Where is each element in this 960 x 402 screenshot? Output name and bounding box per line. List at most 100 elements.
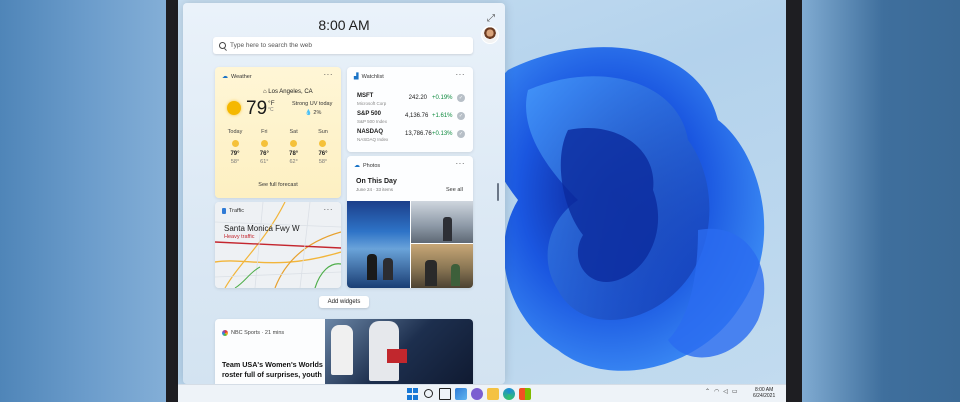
edge-icon[interactable] — [503, 388, 515, 400]
news-headline[interactable]: Team USA's Women's Worlds roster full of… — [222, 360, 340, 380]
task-view-icon[interactable] — [439, 388, 451, 400]
device-bezel-left — [166, 0, 178, 402]
add-widgets-button[interactable]: Add widgets — [319, 296, 369, 308]
stock-symbol: MSFT — [357, 93, 374, 99]
weather-rain: 💧 2% — [305, 110, 322, 116]
forecast-high: 78° — [289, 151, 299, 157]
chart-icon: ▟ — [354, 74, 359, 80]
weather-header: ☁ Weather — [222, 73, 252, 81]
stock-name: Microsoft Corp — [357, 101, 387, 106]
forecast-low: 58° — [230, 159, 240, 165]
forecast-day-label: Fri — [261, 129, 268, 135]
stock-price: 242.20 — [408, 95, 427, 101]
search-placeholder: Type here to search the web — [230, 42, 313, 49]
sun-icon — [319, 140, 327, 147]
taskbar: ⌃ ◠ ◁ ▭ 8:00 AM 6/24/2021 — [178, 384, 786, 402]
traffic-map — [215, 202, 341, 288]
more-icon[interactable]: ··· — [456, 159, 466, 168]
photo-thumbnail[interactable] — [411, 201, 473, 243]
stock-price: 4,136.76 — [405, 113, 429, 119]
sun-icon — [290, 140, 298, 147]
nbc-logo-icon — [222, 330, 228, 336]
forecast-high: 76° — [318, 151, 328, 157]
start-icon[interactable] — [407, 388, 419, 400]
photo-figure — [451, 264, 460, 286]
forecast-low: 58° — [318, 159, 328, 165]
unit-celsius[interactable]: °C — [268, 107, 275, 114]
see-all-link[interactable]: See all — [446, 187, 463, 193]
traffic-widget[interactable]: Traffic ··· Santa Monica Fwy W Heavy tra… — [215, 202, 341, 288]
weather-location: ⌂ Los Angeles, CA — [263, 89, 313, 95]
wallpaper-bloom — [486, 47, 765, 371]
news-card[interactable]: NBC Sports · 21 mins Team USA's Women's … — [215, 319, 473, 384]
photo-thumbnail[interactable] — [347, 201, 410, 288]
traffic-status: Heavy traffic — [224, 234, 255, 240]
more-icon[interactable]: ··· — [324, 70, 334, 79]
weather-temperature: 79 — [246, 98, 268, 119]
forecast-high: 79° — [230, 151, 240, 157]
volume-icon[interactable]: ◁ — [723, 388, 728, 395]
stock-change: +0.13% — [432, 131, 453, 137]
search-icon — [219, 42, 226, 49]
stock-row[interactable]: S&P 500 S&P 500 Index 4,136.76 +1.61% ✓ — [357, 111, 465, 127]
check-icon[interactable]: ✓ — [457, 112, 465, 120]
watchlist-header: ▟ Watchlist — [354, 73, 384, 81]
forecast-day: Sun 76° 58° — [309, 129, 337, 165]
wifi-icon[interactable]: ◠ — [714, 388, 719, 395]
expand-icon[interactable]: ⤢ — [483, 11, 499, 27]
sun-icon — [231, 140, 239, 147]
watchlist-widget[interactable]: ▟ Watchlist ··· MSFT Microsoft Corp 242.… — [347, 67, 473, 152]
weather-widget[interactable]: ☁ Weather ··· ⌂ Los Angeles, CA 79 °F °C… — [215, 67, 341, 198]
photos-widget[interactable]: ☁ Photos ··· On This Day June 24 · 33 it… — [347, 156, 473, 288]
file-explorer-icon[interactable] — [487, 388, 499, 400]
full-forecast-link[interactable]: See full forecast — [215, 182, 341, 188]
photo-figure — [425, 260, 437, 286]
photos-title: On This Day — [356, 178, 397, 185]
forecast-day: Fri 76° 61° — [250, 129, 278, 165]
check-icon[interactable]: ✓ — [457, 130, 465, 138]
photos-header: ☁ Photos — [354, 162, 380, 170]
sun-icon — [227, 101, 241, 115]
forecast-day: Today 79° 58° — [221, 129, 249, 165]
stock-change: +0.19% — [432, 95, 453, 101]
forecast-day-label: Sat — [289, 129, 298, 135]
unit-fahrenheit[interactable]: °F — [268, 100, 275, 107]
store-icon[interactable] — [519, 388, 531, 400]
check-icon[interactable]: ✓ — [457, 94, 465, 102]
weather-rain-value: 2% — [313, 110, 322, 116]
weather-condition: Strong UV today — [292, 101, 333, 107]
stock-row[interactable]: NASDAQ NASDAQ Index 13,786.76 +0.13% ✓ — [357, 129, 465, 145]
search-input[interactable]: Type here to search the web — [213, 37, 473, 54]
search-icon[interactable] — [423, 388, 435, 400]
scrollbar[interactable] — [497, 183, 499, 201]
forecast-low: 62° — [289, 159, 298, 165]
taskbar-apps — [407, 388, 531, 400]
weather-unit-toggle[interactable]: °F °C — [268, 100, 275, 114]
stock-row[interactable]: MSFT Microsoft Corp 242.20 +0.19% ✓ — [357, 93, 465, 109]
chat-icon[interactable] — [471, 388, 483, 400]
stock-change: +1.61% — [432, 113, 453, 119]
news-source-label: NBC Sports · 21 mins — [231, 330, 285, 336]
stock-price: 13,786.76 — [405, 131, 432, 137]
photo-thumbnail[interactable] — [411, 244, 473, 288]
stock-name: NASDAQ Index — [357, 137, 389, 142]
widgets-panel: 8:00 AM ⤢ Type here to search the web ☁ … — [183, 3, 505, 384]
more-icon[interactable]: ··· — [456, 70, 466, 79]
cloud-icon: ☁ — [222, 74, 228, 80]
more-icon[interactable]: ··· — [324, 205, 334, 214]
sun-icon — [260, 140, 268, 147]
widgets-icon[interactable] — [455, 388, 467, 400]
weather-header-label: Weather — [231, 73, 252, 80]
battery-icon[interactable]: ▭ — [732, 388, 738, 395]
photo-figure — [443, 217, 452, 241]
traffic-header-label: Traffic — [229, 208, 244, 214]
stock-name: S&P 500 Index — [357, 119, 387, 124]
avatar[interactable] — [481, 26, 499, 44]
panel-clock: 8:00 AM — [318, 17, 370, 33]
chevron-up-icon[interactable]: ⌃ — [705, 388, 710, 395]
taskbar-clock[interactable]: 8:00 AM 6/24/2021 — [753, 387, 775, 399]
taskbar-date: 6/24/2021 — [753, 393, 776, 399]
traffic-road: Santa Monica Fwy W — [224, 224, 300, 233]
weather-forecast: Today 79° 58° Fri 76° 61° Sat 78° 62° Su… — [221, 129, 337, 165]
photo-figure — [383, 258, 393, 280]
